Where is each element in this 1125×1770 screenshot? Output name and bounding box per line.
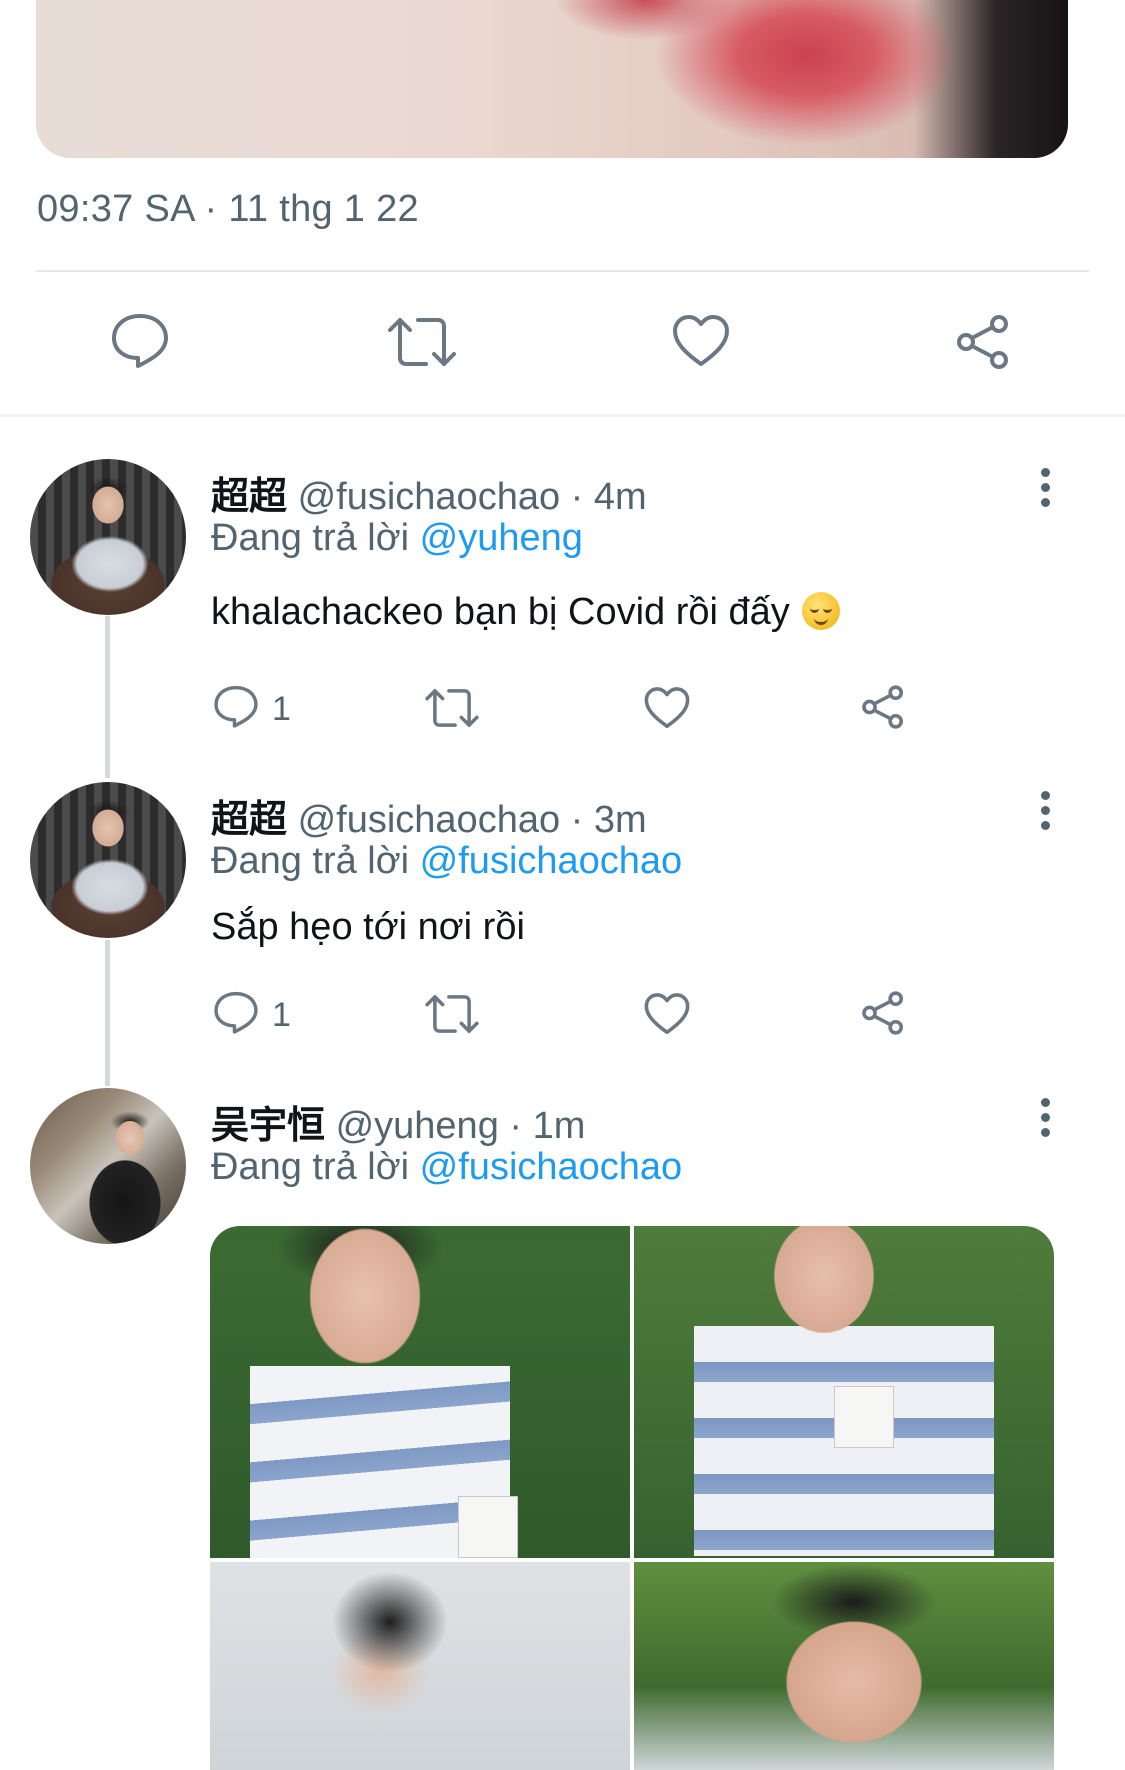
reply-count: 1 bbox=[272, 690, 291, 728]
reply-text-row: khalachackeo bạn bị Covid rồi đấy bbox=[211, 591, 840, 634]
tweet-media-image[interactable] bbox=[36, 0, 1068, 158]
user-handle[interactable]: @yuheng bbox=[336, 1105, 499, 1147]
more-options-icon[interactable] bbox=[1040, 1098, 1052, 1143]
reply-icon[interactable] bbox=[213, 990, 259, 1034]
display-name[interactable]: 吴宇恒 bbox=[211, 1105, 325, 1147]
like-icon[interactable] bbox=[672, 314, 730, 368]
tweet-timestamp: 09:37 SA · 11 thg 1 22 bbox=[37, 188, 419, 230]
display-name[interactable]: 超超 bbox=[211, 476, 287, 518]
mention-link[interactable]: @fusichaochao bbox=[420, 840, 683, 882]
relieved-face-emoji bbox=[801, 592, 840, 630]
reply-header: 超超 @fusichaochao · 4m bbox=[211, 465, 647, 520]
share-icon[interactable] bbox=[954, 314, 1012, 370]
more-options-icon[interactable] bbox=[1040, 791, 1052, 836]
shirt-logo bbox=[458, 1496, 518, 1558]
replying-to-label: Đang trả lời bbox=[211, 1146, 410, 1188]
reply-time: · 3m bbox=[570, 799, 647, 841]
share-icon[interactable] bbox=[860, 684, 906, 730]
user-handle[interactable]: @fusichaochao bbox=[298, 799, 561, 841]
reply-icon[interactable] bbox=[213, 684, 259, 728]
media-photo-2[interactable] bbox=[634, 1226, 1054, 1558]
reply-icon[interactable] bbox=[110, 312, 170, 368]
media-photo-1[interactable] bbox=[210, 1226, 630, 1558]
replying-to: Đang trả lời @yuheng bbox=[211, 517, 583, 560]
reply-header: 吴宇恒 @yuheng · 1m bbox=[211, 1094, 585, 1149]
reply-time: · 4m bbox=[570, 476, 647, 518]
like-icon[interactable] bbox=[644, 686, 690, 730]
retweet-icon[interactable] bbox=[386, 314, 458, 370]
mention-link[interactable]: @fusichaochao bbox=[420, 1146, 683, 1188]
thread-line bbox=[105, 616, 110, 778]
thread-line bbox=[105, 940, 110, 1086]
replying-to: Đang trả lời @fusichaochao bbox=[211, 840, 682, 883]
like-icon[interactable] bbox=[644, 992, 690, 1036]
retweet-icon[interactable] bbox=[424, 992, 480, 1036]
shirt-logo bbox=[834, 1386, 894, 1448]
reply-count: 1 bbox=[272, 996, 291, 1034]
divider bbox=[36, 270, 1089, 272]
retweet-icon[interactable] bbox=[424, 686, 480, 730]
photo-grid bbox=[210, 1226, 1054, 1770]
media-photo-4[interactable] bbox=[634, 1562, 1054, 1770]
replying-to: Đang trả lời @fusichaochao bbox=[211, 1146, 682, 1189]
reply-time: · 1m bbox=[509, 1105, 586, 1147]
reply-text: khalachackeo bạn bị Covid rồi đấy bbox=[211, 591, 790, 633]
media-photo-3[interactable] bbox=[210, 1562, 630, 1770]
reply-text: Sắp hẹo tới nơi rồi bbox=[211, 906, 525, 948]
more-options-icon[interactable] bbox=[1040, 468, 1052, 513]
user-handle[interactable]: @fusichaochao bbox=[298, 476, 561, 518]
display-name[interactable]: 超超 bbox=[211, 799, 287, 841]
share-icon[interactable] bbox=[860, 990, 906, 1036]
section-divider bbox=[0, 414, 1125, 417]
reply-header: 超超 @fusichaochao · 3m bbox=[211, 788, 647, 843]
replying-to-label: Đang trả lời bbox=[211, 517, 410, 559]
mention-link[interactable]: @yuheng bbox=[420, 517, 583, 559]
avatar[interactable] bbox=[30, 1088, 186, 1244]
replying-to-label: Đang trả lời bbox=[211, 840, 410, 882]
avatar[interactable] bbox=[30, 782, 186, 938]
avatar[interactable] bbox=[30, 459, 186, 615]
